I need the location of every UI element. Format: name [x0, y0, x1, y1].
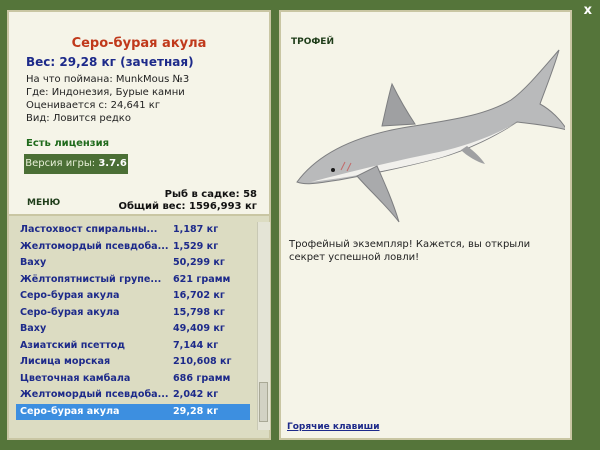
catch-weight: 49,409 кг	[173, 323, 225, 334]
catch-row[interactable]: Серо-бурая акула 16,702 кг	[16, 288, 250, 305]
version-label: Версия игры:	[25, 158, 96, 169]
catch-name: Ваху	[20, 323, 47, 334]
catch-weight: 15,798 кг	[173, 306, 225, 318]
fish-count: Рыб в садке: 58	[164, 189, 257, 200]
hotkeys-link[interactable]: Горячие клавиши	[287, 422, 380, 432]
catch-name: Серо-бурая акула	[20, 306, 120, 318]
catch-weight: 621 грамм	[173, 273, 231, 285]
fish-info-panel: Серо-бурая акула Вес: 29,28 кг (зачетная…	[7, 10, 271, 216]
version-value: 3.7.6	[98, 158, 127, 169]
catch-name: Желтомордый псевдоба...	[20, 240, 169, 252]
fish-kind: Вид: Ловится редко	[26, 113, 131, 124]
shark-image	[296, 49, 565, 223]
catch-weight: 29,28 кг	[173, 405, 219, 417]
catch-name: Азиатский псеттод	[20, 339, 126, 351]
catch-name: Цветочная камбала	[20, 372, 131, 384]
catch-row[interactable]: Ваху 49,409 кг	[16, 321, 250, 338]
catch-name: Жёлтопятнистый групе...	[20, 273, 162, 285]
catch-weight: 686 грамм	[173, 372, 231, 384]
catch-name: Лисица морская	[20, 356, 111, 367]
fish-weight: Вес: 29,28 кг (зачетная)	[26, 55, 194, 69]
close-icon[interactable]: x	[584, 3, 592, 18]
catch-stats: Рыб в садке: 58 Общий вес: 1596,993 кг	[118, 189, 257, 213]
version-badge: Версия игры: 3.7.6	[24, 154, 128, 174]
catch-row[interactable]: Ваху 50,299 кг	[16, 255, 250, 272]
total-weight: Общий вес: 1596,993 кг	[118, 201, 257, 212]
catch-list-scrollbar[interactable]	[257, 222, 270, 430]
catch-list-panel: Ластохвост спиральны... 1,187 кг Желтоморд…	[7, 216, 271, 440]
catch-row[interactable]: Серо-бурая акула 15,798 кг	[16, 305, 250, 322]
catch-name: Желтомордый псевдоба...	[20, 389, 169, 400]
catch-name: Серо-бурая акула	[20, 290, 120, 301]
catch-weight: 210,608 кг	[173, 356, 232, 367]
catch-row[interactable]: Цветочная камбала 686 грамм	[16, 371, 250, 388]
catch-row[interactable]: Жёлтопятнистый групе... 621 грамм	[16, 272, 250, 289]
catch-weight: 50,299 кг	[173, 257, 225, 268]
catch-name: Серо-бурая акула	[20, 405, 120, 417]
shark-eye	[331, 168, 335, 172]
scroll-thumb[interactable]	[259, 382, 268, 422]
valued-at: Оценивается с: 24,641 кг	[26, 100, 161, 111]
caught-on: На что поймана: MunkMous №3	[26, 74, 190, 85]
catch-weight: 1,187 кг	[173, 224, 219, 235]
license-status: Есть лицензия	[26, 138, 110, 149]
trophy-panel: трофей Трофейный экземпляр! Кажется, вы …	[279, 10, 572, 440]
catch-row[interactable]: Желтомордый псевдоба... 2,042 кг	[16, 387, 250, 404]
catch-weight: 16,702 кг	[173, 290, 225, 301]
catch-row[interactable]: Ластохвост спиральны... 1,187 кг	[16, 222, 250, 239]
menu-button[interactable]: меню	[27, 198, 60, 208]
catch-row[interactable]: Желтомордый псевдоба... 1,529 кг	[16, 239, 250, 256]
catch-name: Ластохвост спиральны...	[20, 224, 158, 235]
catch-name: Ваху	[20, 257, 47, 268]
catch-row[interactable]: Лисица морская 210,608 кг	[16, 354, 250, 371]
fish-title: Серо-бурая акула	[71, 36, 207, 51]
catch-list: Ластохвост спиральны... 1,187 кг Желтоморд…	[16, 222, 250, 420]
trophy-description: Трофейный экземпляр! Кажется, вы открыли…	[289, 239, 531, 263]
catch-weight: 1,529 кг	[173, 240, 219, 252]
catch-row[interactable]: Серо-бурая акула 29,28 кг	[16, 403, 250, 420]
catch-row[interactable]: Азиатский псеттод 7,144 кг	[16, 338, 250, 355]
catch-weight: 2,042 кг	[173, 389, 219, 400]
catch-location: Где: Индонезия, Бурые камни	[26, 87, 185, 98]
catch-weight: 7,144 кг	[173, 339, 219, 351]
